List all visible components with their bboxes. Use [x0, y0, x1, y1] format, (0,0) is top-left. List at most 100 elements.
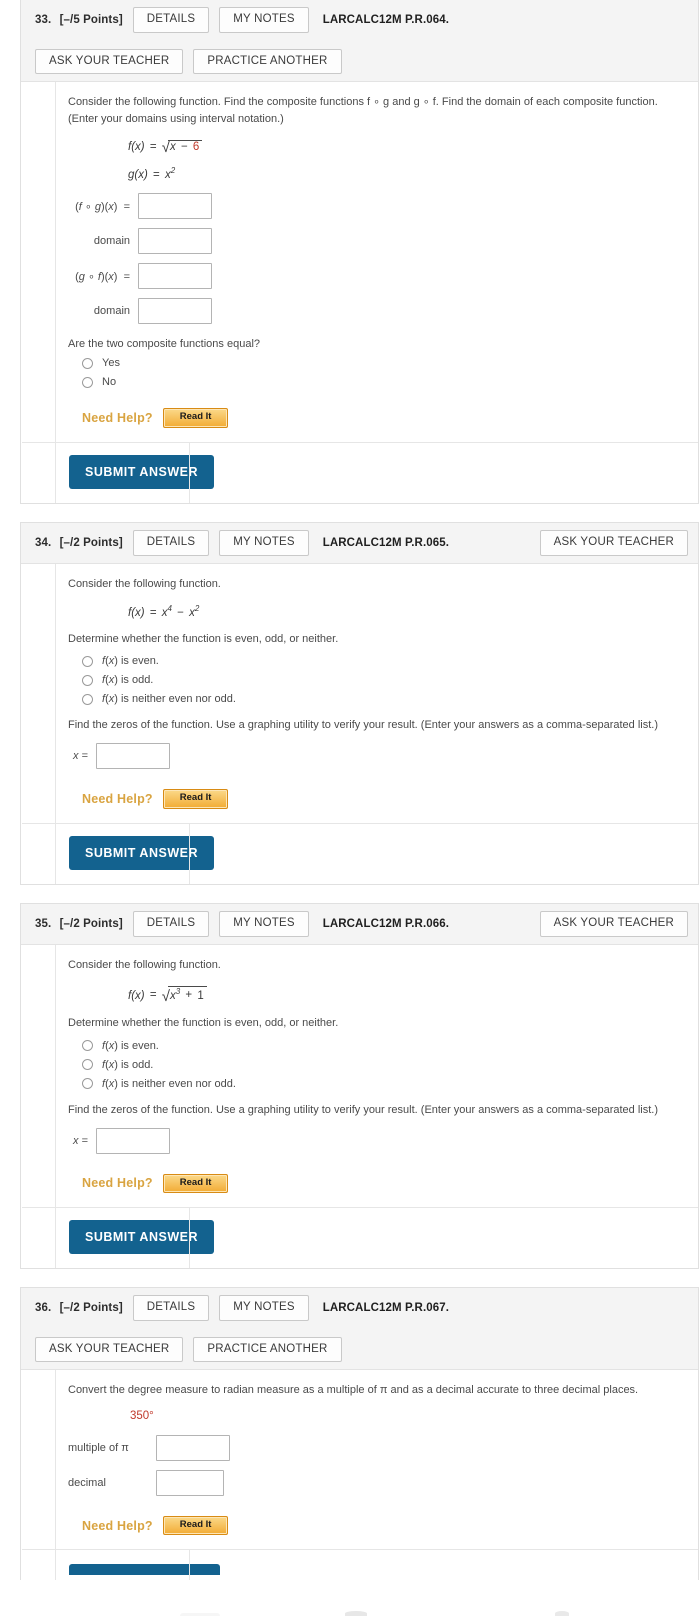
ask-your-teacher-button[interactable]: ASK YOUR TEACHER	[539, 911, 688, 937]
radio-circle-icon[interactable]	[82, 376, 93, 388]
answer-input-multiple-of-pi[interactable]	[156, 1434, 230, 1461]
answer-label-gof: (g ∘ f)(x) =	[75, 270, 130, 283]
radio-circle-icon[interactable]	[82, 357, 93, 369]
radio-circle-icon[interactable]	[82, 1040, 93, 1051]
answer-input-zeros-35[interactable]	[96, 1127, 170, 1154]
read-it-button[interactable]: Read It	[162, 408, 229, 428]
radio-option-yes[interactable]: Yes	[82, 357, 684, 369]
zeros-prompt-35: Find the zeros of the function. Use a gr…	[68, 1103, 658, 1116]
problem-header-33: 33. [–/5 Points] DETAILS MY NOTES LARCAL…	[21, 0, 698, 82]
my-notes-button[interactable]: MY NOTES	[219, 7, 309, 33]
problem-number-34: 34. [–/2 Points]	[35, 537, 123, 550]
details-button[interactable]: DETAILS	[132, 530, 210, 556]
submit-answer-button[interactable]: SUBMIT ANSWER	[69, 835, 214, 871]
problem-header-35: 35. [–/2 Points] DETAILS MY NOTES LARCAL…	[21, 904, 698, 945]
radio-label-odd: f(x) is odd.	[102, 1058, 154, 1071]
need-help-row-35: Need Help? Read It	[82, 1173, 684, 1193]
answer-input-gof[interactable]	[138, 263, 212, 290]
answer-label-x: x =	[73, 750, 88, 763]
formula-f-35: f(x) = √x3 + 1	[128, 985, 684, 1003]
practice-another-button[interactable]: PRACTICE ANOTHER	[193, 48, 342, 74]
answer-input-domain-2[interactable]	[138, 298, 212, 325]
degree-value-36: 350°	[130, 1410, 154, 1423]
question-text-35: Consider the following function.	[68, 958, 221, 971]
need-help-label: Need Help?	[82, 411, 153, 426]
answer-input-domain-1[interactable]	[138, 228, 212, 255]
radio-label-even: f(x) is even.	[102, 655, 159, 668]
answer-row-domain-1: domain	[68, 228, 684, 255]
answer-input-zeros-34[interactable]	[96, 743, 170, 770]
problem-body-33: Consider the following function. Find th…	[22, 82, 698, 504]
submit-bar-35: SUBMIT ANSWER	[22, 1206, 698, 1269]
problem-code-36: LARCALC12M P.R.067.	[322, 1302, 450, 1315]
read-it-button[interactable]: Read It	[162, 1173, 229, 1193]
question-text-33: Consider the following function. Find th…	[68, 96, 658, 126]
answer-row-fog: (f ∘ g)(x) =	[68, 193, 684, 220]
radio-label-neither: f(x) is neither even nor odd.	[102, 693, 236, 706]
nav-hint-shape	[345, 1611, 367, 1616]
problem-code-33: LARCALC12M P.R.064.	[322, 13, 450, 26]
submit-answer-button[interactable]: SUBMIT ANSWER	[69, 454, 214, 490]
problem-card-34: 34. [–/2 Points] DETAILS MY NOTES LARCAL…	[20, 522, 699, 886]
radio-circle-icon[interactable]	[82, 674, 93, 686]
radio-circle-icon[interactable]	[82, 1078, 93, 1089]
answer-row-zeros-34: x =	[68, 743, 684, 770]
answer-label-multiple-of-pi: multiple of π	[68, 1441, 129, 1454]
question-text-36: Convert the degree measure to radian mea…	[68, 1384, 639, 1397]
radio-option-no[interactable]: No	[82, 376, 684, 388]
answer-row-multiple-of-pi: multiple of π	[68, 1434, 684, 1461]
need-help-label: Need Help?	[82, 791, 153, 806]
radio-option-odd[interactable]: f(x) is odd.	[82, 674, 684, 686]
submit-answer-button[interactable]: SUBMIT ANSWER	[69, 1564, 220, 1576]
problem-body-35: Consider the following function. f(x) = …	[22, 944, 698, 1269]
problem-body-34: Consider the following function. f(x) = …	[22, 563, 698, 885]
viewport-bottom-edge	[0, 1580, 699, 1616]
radio-option-neither[interactable]: f(x) is neither even nor odd.	[82, 693, 684, 705]
read-it-button[interactable]: Read It	[162, 1515, 229, 1536]
problem-code-35: LARCALC12M P.R.066.	[322, 917, 450, 930]
problem-header-36: 36. [–/2 Points] DETAILS MY NOTES LARCAL…	[21, 1288, 698, 1371]
my-notes-button[interactable]: MY NOTES	[219, 530, 309, 556]
answer-label-fog: (f ∘ g)(x) =	[75, 200, 130, 213]
details-button[interactable]: DETAILS	[132, 7, 210, 33]
question-text-34: Consider the following function.	[68, 577, 221, 590]
radio-label-neither: f(x) is neither even nor odd.	[102, 1077, 236, 1090]
problem-card-35: 35. [–/2 Points] DETAILS MY NOTES LARCAL…	[20, 903, 699, 1270]
radio-option-neither[interactable]: f(x) is neither even nor odd.	[82, 1078, 684, 1090]
problem-card-33: 33. [–/5 Points] DETAILS MY NOTES LARCAL…	[20, 0, 699, 505]
problem-card-36: 36. [–/2 Points] DETAILS MY NOTES LARCAL…	[20, 1287, 699, 1581]
problem-number-35: 35. [–/2 Points]	[35, 917, 123, 930]
problem-code-34: LARCALC12M P.R.065.	[322, 537, 450, 550]
submit-bar-34: SUBMIT ANSWER	[22, 822, 698, 885]
ask-your-teacher-button[interactable]: ASK YOUR TEACHER	[539, 530, 688, 556]
answer-row-gof: (g ∘ f)(x) =	[68, 263, 684, 290]
radio-option-even[interactable]: f(x) is even.	[82, 655, 684, 667]
problem-header-34: 34. [–/2 Points] DETAILS MY NOTES LARCAL…	[21, 523, 698, 564]
ask-your-teacher-button[interactable]: ASK YOUR TEACHER	[35, 1336, 184, 1363]
my-notes-button[interactable]: MY NOTES	[219, 1295, 309, 1321]
assignment-page: 33. [–/5 Points] DETAILS MY NOTES LARCAL…	[0, 0, 699, 1616]
need-help-row-34: Need Help? Read It	[82, 789, 684, 809]
formula-f-34: f(x) = x4 − x2	[128, 603, 200, 619]
submit-answer-button[interactable]: SUBMIT ANSWER	[69, 1219, 214, 1255]
practice-another-button[interactable]: PRACTICE ANOTHER	[193, 1336, 342, 1363]
radio-circle-icon[interactable]	[82, 1059, 93, 1070]
radio-circle-icon[interactable]	[82, 693, 93, 705]
need-help-row-33: Need Help? Read It	[82, 408, 684, 428]
my-notes-button[interactable]: MY NOTES	[219, 911, 309, 937]
radio-circle-icon[interactable]	[82, 655, 93, 667]
answer-row-domain-2: domain	[68, 298, 684, 325]
radio-option-odd[interactable]: f(x) is odd.	[82, 1059, 684, 1071]
details-button[interactable]: DETAILS	[132, 911, 210, 937]
answer-input-decimal[interactable]	[156, 1469, 224, 1496]
zeros-prompt-34: Find the zeros of the function. Use a gr…	[68, 719, 658, 732]
radio-option-even[interactable]: f(x) is even.	[82, 1040, 684, 1052]
ask-your-teacher-button[interactable]: ASK YOUR TEACHER	[35, 48, 184, 74]
radio-label-yes: Yes	[102, 357, 120, 370]
details-button[interactable]: DETAILS	[132, 1295, 210, 1321]
nav-hint-shape	[555, 1611, 569, 1616]
answer-label-x: x =	[73, 1134, 88, 1147]
problem-number-33: 33. [–/5 Points]	[35, 13, 123, 26]
read-it-button[interactable]: Read It	[162, 789, 229, 809]
answer-input-fog[interactable]	[138, 193, 212, 220]
